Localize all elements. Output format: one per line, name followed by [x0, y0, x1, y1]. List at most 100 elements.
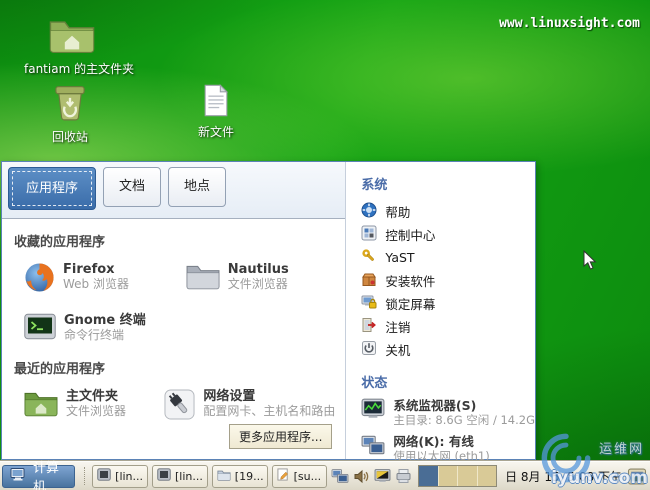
yast-icon [361, 248, 377, 267]
recent-section-title: 最近的应用程序 [14, 358, 335, 377]
taskbar: 计算机 [lin... [lin... [19... [su... [0, 461, 650, 490]
nautilus-folder-icon [186, 262, 220, 294]
window-button-4[interactable]: [su... [272, 465, 328, 488]
system-section-title: 系统 [361, 174, 535, 193]
app-subtitle: 配置网卡、主机名和路由 [203, 404, 335, 419]
tab-applications[interactable]: 应用程序 [8, 167, 96, 210]
app-subtitle: 文件浏览器 [66, 404, 126, 419]
system-item-label: 锁定屏幕 [385, 294, 435, 313]
window-button-label: [lin... [175, 470, 203, 483]
window-button-label: [lin... [115, 470, 143, 483]
status-item-title: 系统监视器(S) [393, 398, 535, 413]
system-item-install-software[interactable]: 安装软件 [361, 269, 535, 292]
system-item-label: 注销 [385, 317, 410, 336]
favorites-section-title: 收藏的应用程序 [14, 231, 335, 250]
computer-button-label: 计算机 [33, 457, 62, 490]
status-item-system-monitor[interactable]: 系统监视器(S) 主目录: 8.6G 空闲 / 14.2G [361, 398, 535, 427]
app-subtitle: 命令行终端 [64, 328, 146, 343]
menu-content: 收藏的应用程序 [2, 219, 345, 459]
workspace-3[interactable] [458, 466, 477, 486]
status-item-subtitle: 主目录: 8.6G 空闲 / 14.2G [393, 413, 535, 427]
clock[interactable]: 日 8月 15, 5:08 下午 [505, 468, 622, 485]
system-item-lock-screen[interactable]: 锁定屏幕 [361, 292, 535, 315]
status-item-title: 网络(K): 有线 [393, 434, 489, 449]
home-folder-icon [49, 16, 95, 58]
system-item-label: 控制中心 [385, 225, 435, 244]
recent-grid: 主文件夹 文件浏览器 [12, 389, 335, 424]
workspace-2[interactable] [439, 466, 458, 486]
system-item-control-center[interactable]: 控制中心 [361, 223, 535, 246]
control-center-icon [361, 225, 377, 244]
system-item-label: YaST [385, 250, 414, 265]
system-item-label: 安装软件 [385, 271, 435, 290]
system-tray [331, 467, 412, 485]
desktop-url-text: www.linuxsight.com [499, 16, 640, 31]
system-item-help[interactable]: 帮助 [361, 200, 535, 223]
app-item-gnome-terminal[interactable]: Gnome 终端 命令行终端 [12, 313, 174, 344]
window-button-3[interactable]: [19... [212, 465, 268, 488]
favorites-grid: Firefox Web 浏览器 Nautilus [12, 262, 335, 344]
computer-menu-button[interactable]: 计算机 [2, 465, 75, 488]
app-item-home-folder[interactable]: 主文件夹 文件浏览器 [12, 389, 152, 424]
desktop-icon-label: 回收站 [22, 128, 118, 145]
desktop-icon-label: 新文件 [176, 123, 256, 140]
window-button-2[interactable]: [lin... [152, 465, 208, 488]
application-menu-panel: 应用程序 文档 地点 收藏的应用程序 [1, 161, 536, 460]
app-subtitle: Web 浏览器 [63, 277, 129, 292]
lock-screen-icon [361, 294, 377, 313]
new-file-icon [203, 84, 229, 121]
network-settings-icon [164, 389, 195, 424]
terminal-window-icon [97, 468, 111, 484]
tab-documents[interactable]: 文档 [103, 167, 161, 207]
firefox-icon [24, 262, 55, 297]
system-item-label: 关机 [385, 340, 410, 359]
status-item-network[interactable]: 网络(K): 有线 使用以太网 (eth1) [361, 434, 535, 463]
menu-right-column: 系统 帮助 [346, 162, 535, 459]
workspace-4[interactable] [478, 466, 496, 486]
more-applications-button[interactable]: 更多应用程序... [229, 424, 332, 449]
system-monitor-icon [361, 398, 385, 427]
printer-tray-icon[interactable] [394, 467, 412, 485]
app-title: Gnome 终端 [64, 313, 146, 328]
watermark-site-name: 运维网 [599, 438, 644, 457]
system-item-label: 帮助 [385, 202, 410, 221]
folder-window-icon [217, 469, 231, 484]
volume-tray-icon[interactable] [352, 467, 370, 485]
desktop-icon-trash[interactable]: 回收站 [22, 82, 118, 145]
menu-left-column: 应用程序 文档 地点 收藏的应用程序 [2, 162, 346, 459]
app-title: 网络设置 [203, 389, 335, 404]
app-item-nautilus[interactable]: Nautilus 文件浏览器 [174, 262, 336, 297]
mouse-cursor-icon [583, 250, 597, 275]
window-button-1[interactable]: [lin... [92, 465, 148, 488]
system-item-logout[interactable]: 注销 [361, 315, 535, 338]
logout-icon [361, 317, 377, 336]
help-icon [361, 202, 377, 221]
app-item-network-settings[interactable]: 网络设置 配置网卡、主机名和路由 [152, 389, 335, 424]
app-item-firefox[interactable]: Firefox Web 浏览器 [12, 262, 174, 297]
app-title: 主文件夹 [66, 389, 126, 404]
network-tray-icon[interactable] [331, 467, 349, 485]
system-item-yast[interactable]: YaST [361, 246, 535, 269]
tab-places[interactable]: 地点 [168, 167, 226, 207]
workspace-1[interactable] [419, 466, 438, 486]
display-tray-icon[interactable] [373, 467, 391, 485]
editor-window-icon [277, 468, 290, 484]
menu-tab-strip: 应用程序 文档 地点 [2, 162, 345, 219]
app-title: Nautilus [228, 262, 289, 277]
desktop: www.linuxsight.com fantiam 的主文件夹 回 [0, 0, 650, 490]
shutdown-icon [361, 340, 377, 359]
network-status-icon [361, 434, 385, 463]
desktop-icon-label: fantiam 的主文件夹 [24, 60, 120, 77]
home-folder-icon [24, 389, 58, 421]
terminal-window-icon [157, 468, 171, 484]
workspace-switcher [418, 465, 497, 487]
show-desktop-icon[interactable] [627, 468, 647, 485]
window-button-label: [19... [235, 470, 264, 483]
taskbar-separator [84, 467, 88, 485]
system-item-shutdown[interactable]: 关机 [361, 338, 535, 361]
desktop-icon-new-file[interactable]: 新文件 [176, 84, 256, 140]
terminal-icon [24, 313, 56, 344]
desktop-icon-home[interactable]: fantiam 的主文件夹 [24, 16, 120, 77]
computer-icon [10, 467, 26, 486]
trash-icon [50, 82, 90, 126]
